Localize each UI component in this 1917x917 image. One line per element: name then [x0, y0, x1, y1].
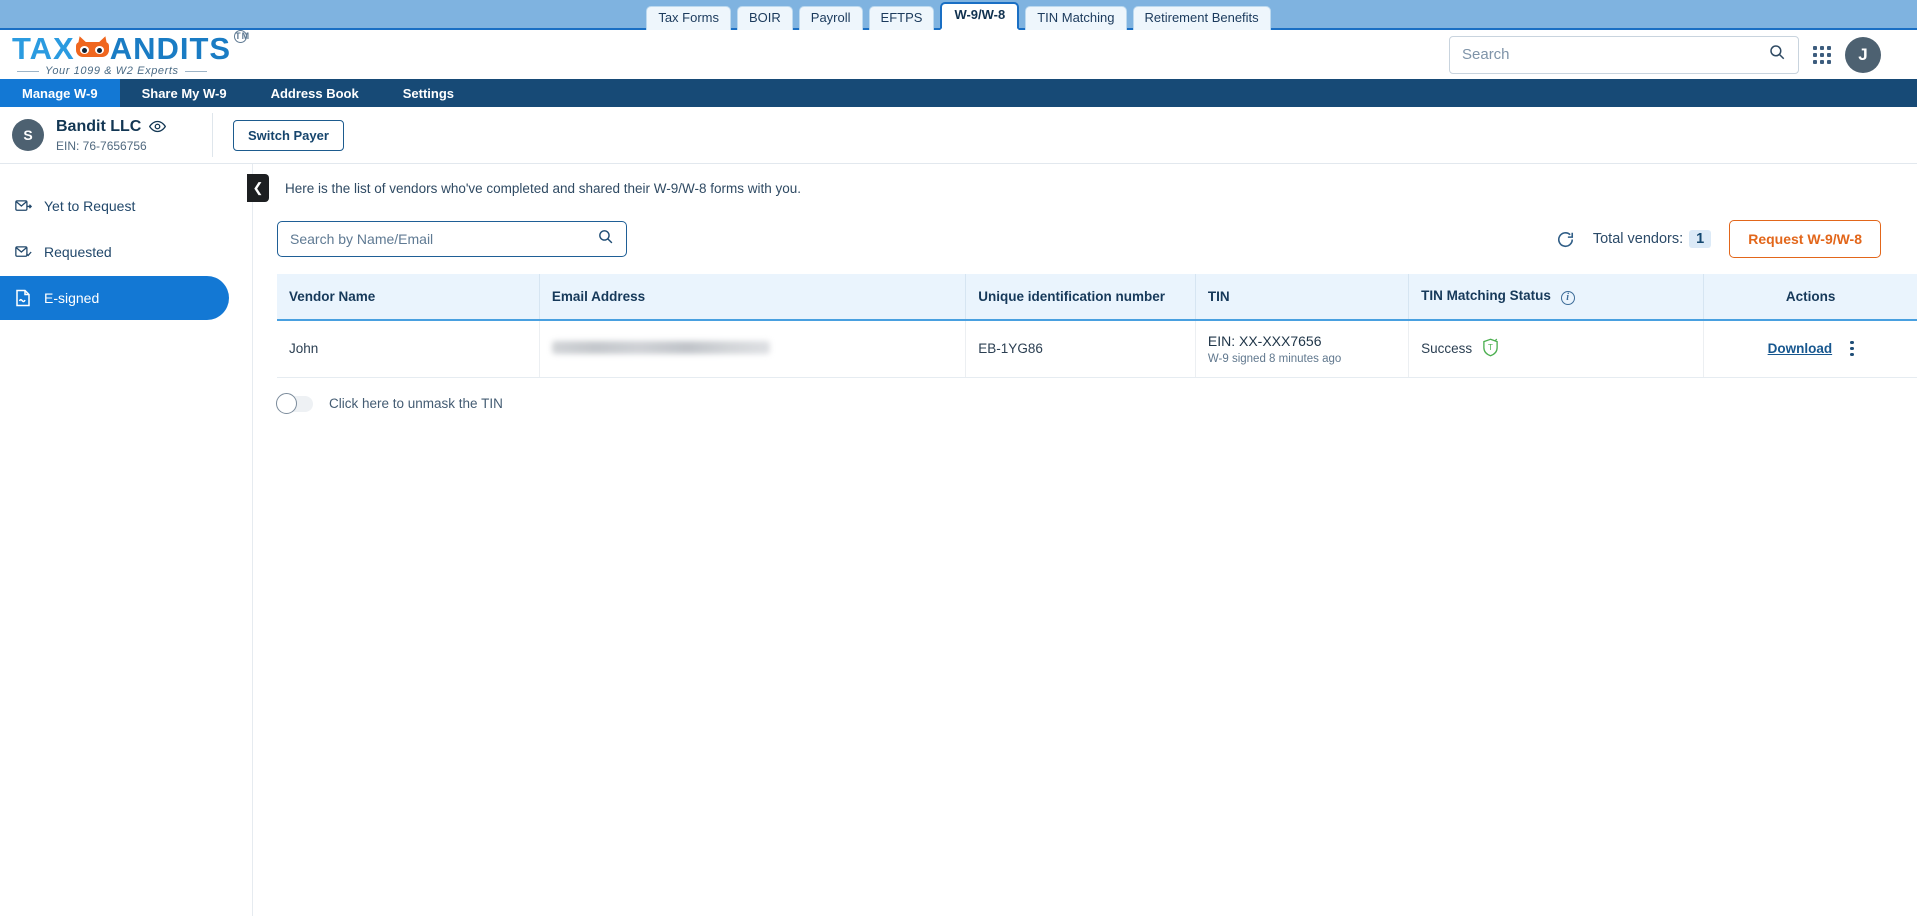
logo-text-tax: TAX — [12, 30, 75, 66]
product-tab-payroll[interactable]: Payroll — [798, 5, 863, 30]
nav-item-address-book[interactable]: Address Book — [249, 79, 381, 107]
column-actions: Actions — [1703, 274, 1917, 321]
nav-item-manage-w9[interactable]: Manage W-9 — [0, 79, 120, 107]
app-header: TAX ANDITS TM Your 1099 & W2 Experts Sea… — [0, 29, 1917, 79]
sidebar-item-requested[interactable]: Requested — [0, 230, 252, 274]
payer-ein: EIN: 76-7656756 — [56, 138, 147, 153]
product-tab-tax-forms[interactable]: Tax Forms — [646, 5, 731, 30]
request-w9-w8-button[interactable]: Request W-9/W-8 — [1729, 220, 1881, 258]
column-vendor-name[interactable]: Vendor Name — [277, 274, 540, 321]
vendor-search-box[interactable] — [277, 221, 627, 257]
email-masked-placeholder — [551, 340, 770, 354]
download-link[interactable]: Download — [1768, 341, 1833, 356]
info-icon[interactable]: i — [1560, 290, 1575, 305]
tin-value: EIN: XX-XXX7656 — [1207, 332, 1322, 349]
payer-name-row: Bandit LLC — [56, 116, 167, 138]
status-text: Success — [1421, 341, 1473, 356]
table-header-row: Vendor Name Email Address Unique identif… — [277, 274, 1917, 321]
payer-text: Bandit LLC EIN: 76-7656756 — [56, 116, 167, 154]
list-toolbar: Total vendors: 1 Request W-9/W-8 — [253, 212, 1917, 274]
payer-info: S Bandit LLC EIN: 76-7656756 — [12, 116, 212, 154]
column-tin[interactable]: TIN — [1195, 274, 1410, 321]
switch-payer-button[interactable]: Switch Payer — [233, 119, 344, 151]
cell-tin-matching-status: Success T — [1408, 319, 1705, 378]
main-navigation: Manage W-9 Share My W-9 Address Book Set… — [0, 79, 1917, 107]
bandit-mask-icon — [74, 34, 110, 58]
table-header: Vendor Name Email Address Unique identif… — [277, 274, 1917, 321]
payer-name: Bandit LLC — [56, 118, 142, 136]
column-tin-matching-status-label: TIN Matching Status — [1421, 288, 1551, 303]
tagline-rule-right — [184, 70, 207, 72]
unmask-tin-row: Click here to unmask the TIN — [253, 378, 1917, 414]
taxbandits-logo[interactable]: TAX ANDITS TM Your 1099 & W2 Experts — [12, 29, 249, 77]
product-tab-retirement-benefits[interactable]: Retirement Benefits — [1132, 5, 1271, 30]
search-input[interactable] — [1462, 46, 1768, 63]
unmask-tin-label: Click here to unmask the TIN — [329, 396, 503, 411]
info-text: Here is the list of vendors who've compl… — [285, 180, 802, 196]
toolbar-right-group: Total vendors: 1 Request W-9/W-8 — [1556, 220, 1881, 258]
cell-email-address — [539, 319, 967, 378]
nav-item-settings[interactable]: Settings — [381, 79, 476, 107]
column-unique-identification-number[interactable]: Unique identification number — [965, 274, 1196, 321]
table-row[interactable]: John EB-1YG86 EIN: XX-XXX7656 W-9 signed… — [277, 319, 1917, 378]
payer-divider — [212, 113, 213, 157]
sidebar-label-requested: Requested — [44, 244, 112, 260]
cell-vendor-name: John — [277, 319, 540, 378]
more-vertical-icon[interactable] — [1850, 340, 1854, 357]
logo-tagline: Your 1099 & W2 Experts — [45, 64, 179, 77]
unmask-tin-toggle[interactable] — [276, 392, 313, 414]
sidebar-label-yet-to-request: Yet to Request — [44, 198, 136, 214]
grid-apps-icon[interactable] — [1813, 45, 1831, 64]
header-right-group: J — [1449, 35, 1881, 74]
product-tab-bar: Tax Forms BOIR Payroll EFTPS W-9/W-8 TIN… — [0, 0, 1917, 30]
refresh-icon[interactable] — [1556, 230, 1575, 249]
tin-signed-note: W-9 signed 8 minutes ago — [1207, 352, 1342, 365]
nav-item-share-my-w9[interactable]: Share My W-9 — [120, 79, 249, 107]
eye-icon[interactable] — [149, 120, 167, 133]
user-avatar[interactable]: J — [1845, 36, 1881, 73]
cell-actions: Download — [1703, 319, 1917, 378]
product-tab-eftps[interactable]: EFTPS — [868, 5, 935, 30]
product-tab-tin-matching[interactable]: TIN Matching — [1025, 5, 1127, 30]
trademark-icon: TM — [234, 29, 251, 43]
chevron-left-icon[interactable]: ❮ — [247, 174, 269, 202]
shield-tin-verified-icon: T — [1482, 338, 1499, 360]
envelope-check-icon — [14, 243, 32, 261]
sidebar-label-e-signed: E-signed — [44, 290, 100, 306]
toggle-knob — [276, 392, 297, 414]
page-body: Yet to Request Requested E-signed ❮ Here… — [0, 164, 1917, 916]
vendor-search-icon[interactable] — [597, 228, 614, 250]
sidebar-item-e-signed[interactable]: E-signed — [0, 276, 229, 320]
logo-wordmark: TAX ANDITS TM — [12, 29, 249, 66]
logo-tagline-row: Your 1099 & W2 Experts — [12, 64, 231, 77]
column-email-address[interactable]: Email Address — [539, 274, 967, 321]
logo-text-andits: ANDITS — [109, 30, 232, 66]
tagline-rule-left — [17, 70, 39, 72]
sidebar-item-yet-to-request[interactable]: Yet to Request — [0, 184, 252, 228]
product-tab-w9-w8[interactable]: W-9/W-8 — [940, 1, 1020, 30]
table-body: John EB-1YG86 EIN: XX-XXX7656 W-9 signed… — [277, 319, 1917, 378]
cell-unique-id: EB-1YG86 — [965, 319, 1196, 378]
actions-group: Download — [1716, 340, 1905, 357]
column-tin-matching-status[interactable]: TIN Matching Status i — [1408, 274, 1705, 321]
main-content: ❮ Here is the list of vendors who've com… — [247, 164, 1917, 916]
total-vendors: Total vendors: 1 — [1592, 230, 1712, 248]
vendor-search-input[interactable] — [290, 231, 597, 247]
search-icon[interactable] — [1768, 43, 1786, 66]
svg-text:T: T — [1488, 343, 1493, 352]
document-signed-icon — [14, 289, 32, 307]
envelope-arrow-icon — [14, 197, 32, 215]
total-vendors-count: 1 — [1689, 230, 1712, 248]
cell-tin: EIN: XX-XXX7656 W-9 signed 8 minutes ago — [1195, 319, 1410, 378]
payer-bar: S Bandit LLC EIN: 76-7656756 Switch Paye… — [0, 107, 1917, 164]
sidebar: Yet to Request Requested E-signed — [0, 164, 253, 916]
payer-avatar: S — [12, 119, 44, 151]
info-row: ❮ Here is the list of vendors who've com… — [247, 164, 1917, 212]
vendors-table: Vendor Name Email Address Unique identif… — [277, 274, 1917, 378]
product-tab-boir[interactable]: BOIR — [736, 5, 793, 30]
total-vendors-label: Total vendors: — [1592, 231, 1684, 247]
status-badge: Success T — [1421, 338, 1691, 360]
global-search-box[interactable] — [1449, 35, 1799, 74]
